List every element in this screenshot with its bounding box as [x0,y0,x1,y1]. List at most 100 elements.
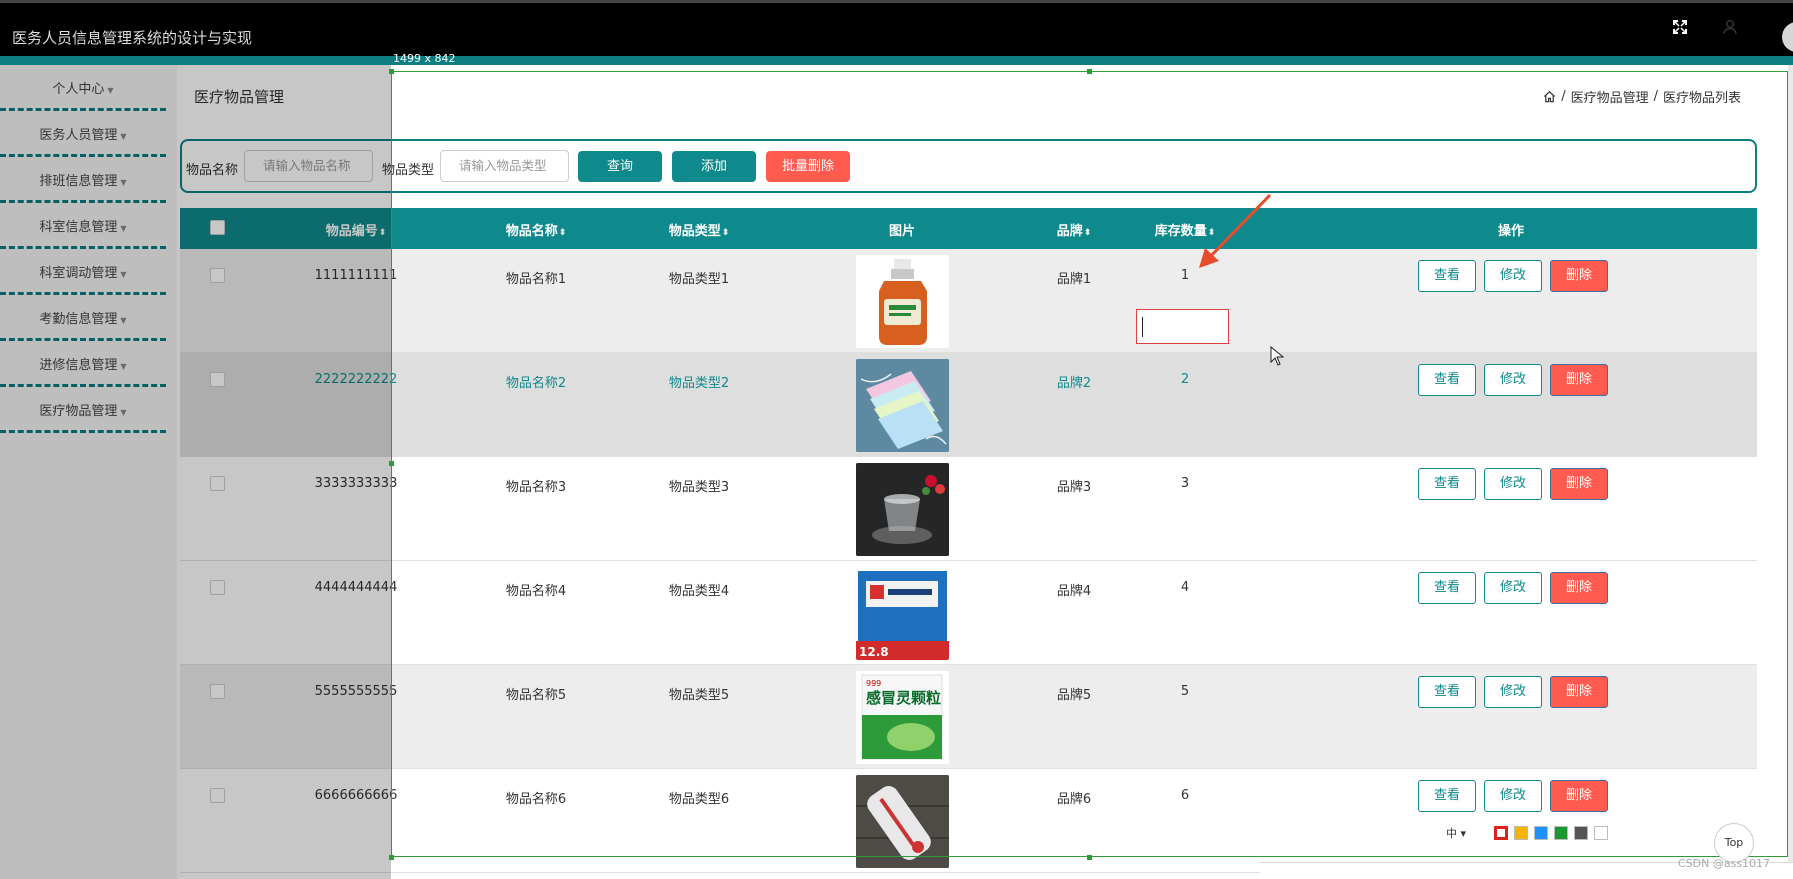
item-image-face-masks[interactable] [856,359,949,452]
delete-button[interactable]: 删除 [1550,260,1608,292]
user-icon [1723,19,1737,35]
selection-handle[interactable] [389,69,394,74]
item-brand: 品牌3 [1056,480,1092,495]
row-checkbox[interactable] [210,268,225,283]
sidebar-item-personal-center[interactable]: 个人中心 ▼ [0,65,166,111]
item-type: 物品类型2 [668,376,730,391]
row-checkbox[interactable] [210,684,225,699]
row-checkbox[interactable] [210,580,225,595]
price-text: 12.8 [859,645,889,659]
selection-handle[interactable] [389,461,394,466]
delete-button[interactable]: 删除 [1550,780,1608,812]
search-form: 物品名称 请输入物品名称 物品类型 请输入物品类型 查询 添加 批量删除 [180,139,1757,193]
view-button[interactable]: 查看 [1418,260,1476,292]
select-all-checkbox[interactable] [210,220,225,235]
item-name: 物品名称6 [505,792,567,807]
sidebar-item-department-transfer[interactable]: 科室调动管理 ▼ [0,249,166,295]
edit-button[interactable]: 修改 [1484,572,1542,604]
breadcrumb-item[interactable]: 医疗物品管理 [1571,87,1649,106]
view-button[interactable]: 查看 [1418,572,1476,604]
sidebar-item-label: 排班信息管理 [39,174,118,189]
app-title: 医务人员信息管理系统的设计与实现 [12,29,253,47]
right-scrollbar[interactable] [1788,65,1793,879]
view-button[interactable]: 查看 [1418,468,1476,500]
view-button[interactable]: 查看 [1418,780,1476,812]
color-swatch-gray[interactable] [1574,826,1589,840]
items-table: 物品编号⬍ 物品名称⬍ 物品类型⬍ 图片 品牌⬍ 库存数量⬍ 操作 111111… [180,208,1757,879]
size-selector[interactable]: 中 ▾ [1446,825,1466,841]
annotation-arrow-icon [1199,193,1272,268]
sort-icon[interactable]: ⬍ [722,228,730,238]
item-stock: 3 [1180,476,1190,491]
item-type-input[interactable]: 请输入物品类型 [440,150,569,182]
chevron-down-icon: ▼ [120,270,127,279]
sidebar-item-department[interactable]: 科室信息管理 ▼ [0,203,166,249]
view-button[interactable]: 查看 [1418,676,1476,708]
chevron-down-icon: ▼ [120,178,127,187]
column-header-id[interactable]: 物品编号⬍ [326,220,387,239]
delete-button[interactable]: 删除 [1550,468,1608,500]
item-image-medicine-box[interactable]: 12.8 [856,567,949,660]
annotation-text-box[interactable] [1136,309,1229,344]
user-button[interactable] [1722,19,1738,39]
column-header-name[interactable]: 物品名称⬍ [506,220,567,239]
delete-button[interactable]: 删除 [1550,364,1608,396]
row-checkbox[interactable] [210,372,225,387]
add-button[interactable]: 添加 [672,151,756,182]
home-icon[interactable] [1543,90,1556,103]
breadcrumb-separator: / [1561,89,1566,104]
edit-button[interactable]: 修改 [1484,676,1542,708]
item-image-cold-granules-box[interactable]: 999 感冒灵颗粒 [856,671,949,764]
item-stock: 4 [1180,580,1190,595]
edit-button[interactable]: 修改 [1484,260,1542,292]
sidebar-item-attendance[interactable]: 考勤信息管理 ▼ [0,295,166,341]
color-swatch-green[interactable] [1554,826,1569,840]
column-header-type[interactable]: 物品类型⬍ [669,220,730,239]
item-name: 物品名称1 [505,272,567,287]
item-id: 6666666666 [314,788,398,803]
sidebar-item-label: 医务人员管理 [39,128,118,143]
sort-icon[interactable]: ⬍ [379,228,387,238]
delete-button[interactable]: 删除 [1550,572,1608,604]
sidebar-item-scheduling[interactable]: 排班信息管理 ▼ [0,157,166,203]
sort-icon[interactable]: ⬍ [1084,228,1092,238]
item-image-glass-cups[interactable] [856,463,949,556]
item-image-thermometer[interactable] [856,775,949,868]
column-label: 操作 [1497,224,1525,239]
selection-handle[interactable] [389,855,394,860]
selection-size-label: 1499 x 842 [393,52,456,65]
view-button[interactable]: 查看 [1418,364,1476,396]
item-id: 3333333333 [314,476,398,491]
color-swatch-red[interactable] [1494,826,1509,840]
delete-button[interactable]: 删除 [1550,676,1608,708]
sidebar-item-medical-supplies[interactable]: 医疗物品管理 ▼ [0,387,166,433]
column-header-image: 图片 [889,220,915,239]
fullscreen-button[interactable] [1782,22,1793,52]
item-type: 物品类型5 [668,688,730,703]
sidebar-item-training[interactable]: 进修信息管理 ▼ [0,341,166,387]
query-button[interactable]: 查询 [578,151,662,182]
edit-button[interactable]: 修改 [1484,364,1542,396]
sort-icon[interactable]: ⬍ [559,228,567,238]
sidebar-item-medical-staff[interactable]: 医务人员管理 ▼ [0,111,166,157]
table-row: 3333333333 物品名称3 物品类型3 品牌3 3 查看 修改 删除 [180,457,1757,561]
column-header-brand[interactable]: 品牌⬍ [1057,220,1092,239]
item-name-input[interactable]: 请输入物品名称 [244,150,373,182]
edit-button[interactable]: 修改 [1484,780,1542,812]
item-brand: 品牌6 [1056,792,1092,807]
color-swatch-blue[interactable] [1534,826,1549,840]
edit-button[interactable]: 修改 [1484,468,1542,500]
app-root: 医务人员信息管理系统的设计与实现 个人中心 ▼ 医务人员管理 ▼ 排班信息管理 ▼ 科… [0,0,1793,879]
selection-handle[interactable] [1087,69,1092,74]
row-checkbox[interactable] [210,476,225,491]
selection-handle[interactable] [1087,855,1092,860]
batch-delete-button[interactable]: 批量删除 [766,151,850,182]
fullscreen-button-2[interactable] [1672,19,1688,39]
sidebar-item-label: 个人中心 [52,82,105,97]
column-label: 品牌 [1056,224,1083,239]
item-image-disinfectant-bottle[interactable] [856,255,949,348]
color-swatch-white[interactable] [1594,826,1609,840]
color-swatch-yellow[interactable] [1514,826,1529,840]
row-checkbox[interactable] [210,788,225,803]
text-cursor [1142,317,1143,337]
